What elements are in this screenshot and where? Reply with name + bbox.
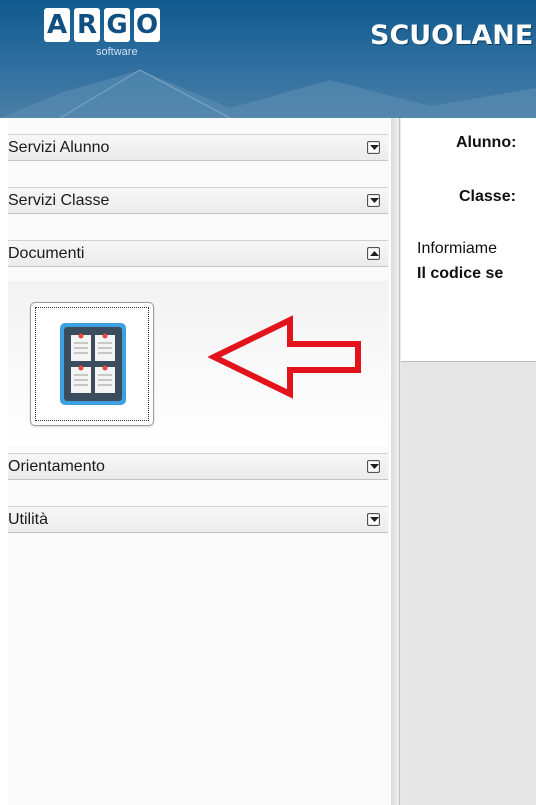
alunno-label: Alunno: bbox=[456, 134, 517, 151]
splitter[interactable] bbox=[391, 118, 400, 805]
logo-subtitle: software bbox=[96, 46, 138, 58]
logo-letter: R bbox=[74, 8, 100, 42]
app-header: A R G O software SCUOLANE bbox=[0, 0, 536, 118]
sidebar-section-label: Utilità bbox=[8, 510, 49, 528]
sidebar-section-servizi-classe[interactable]: Servizi Classe bbox=[8, 187, 388, 214]
sidebar-section-utilita[interactable]: Utilità bbox=[8, 506, 388, 533]
sidebar-section-label: Documenti bbox=[8, 244, 85, 262]
sidebar-section-documenti[interactable]: Documenti bbox=[8, 240, 388, 267]
main-content: Alunno: Classe: Informiame Il codice se bbox=[391, 118, 536, 805]
sidebar-section-label: Servizi Classe bbox=[8, 191, 110, 209]
info-text: Informiame bbox=[417, 240, 498, 257]
empty-content-area bbox=[401, 362, 536, 805]
expand-icon[interactable] bbox=[367, 513, 380, 526]
expand-icon[interactable] bbox=[367, 194, 380, 207]
bulletin-board-icon bbox=[60, 323, 126, 405]
red-arrow-annotation bbox=[208, 315, 361, 399]
header-mountain-decoration bbox=[0, 69, 536, 118]
expand-icon[interactable] bbox=[367, 141, 380, 154]
sidebar-section-label: Servizi Alunno bbox=[8, 138, 110, 156]
bacheca-documenti-button[interactable] bbox=[30, 302, 154, 426]
code-text: Il codice se bbox=[417, 265, 504, 282]
app-title: SCUOLANE bbox=[370, 20, 534, 51]
logo-letter: A bbox=[44, 8, 70, 42]
classe-label: Classe: bbox=[459, 188, 516, 205]
sidebar-section-orientamento[interactable]: Orientamento bbox=[8, 453, 388, 480]
collapse-icon[interactable] bbox=[367, 247, 380, 260]
logo-letter: G bbox=[104, 8, 130, 42]
expand-icon[interactable] bbox=[367, 460, 380, 473]
sidebar-section-servizi-alunno[interactable]: Servizi Alunno bbox=[8, 134, 388, 161]
argo-logo[interactable]: A R G O bbox=[44, 8, 160, 42]
logo-letter: O bbox=[134, 8, 160, 42]
sidebar-section-label: Orientamento bbox=[8, 457, 105, 475]
student-info-panel: Alunno: Classe: Informiame Il codice se bbox=[401, 118, 536, 362]
sidebar: Servizi Alunno Servizi Classe Documenti bbox=[0, 118, 390, 805]
